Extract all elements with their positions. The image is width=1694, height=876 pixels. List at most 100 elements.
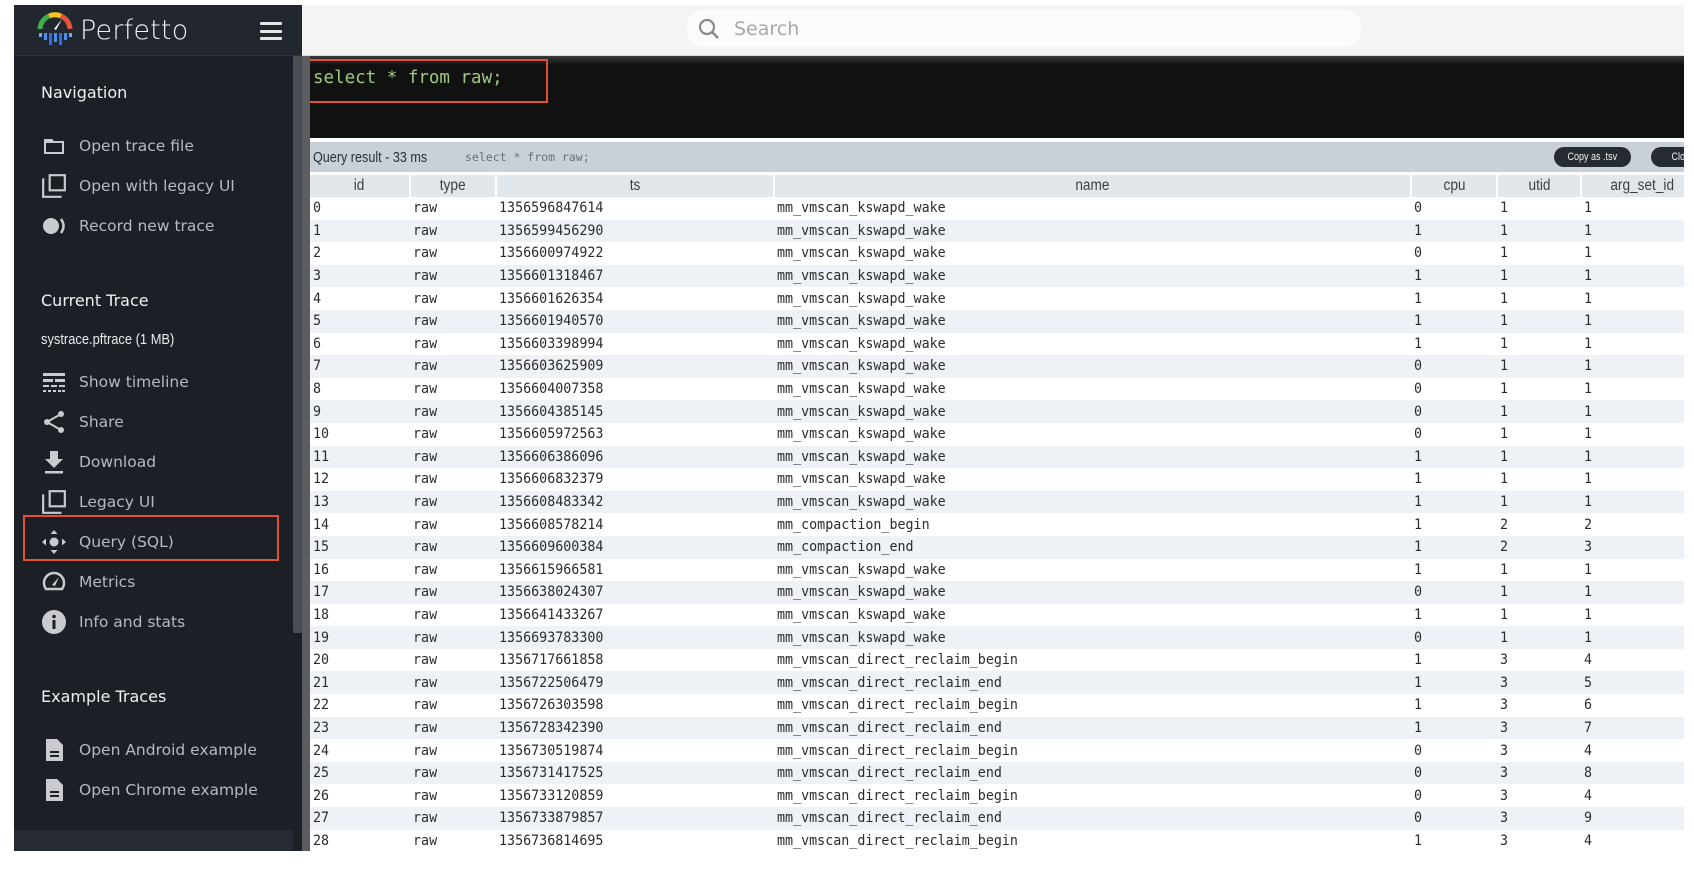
cell-utid: 1 [1497,242,1581,265]
cell-arg-set-id: 1 [1581,197,1684,220]
cell-arg-set-id: 1 [1581,581,1684,604]
column-header-utid[interactable]: utid [1497,175,1582,197]
table-row[interactable]: 25 raw 1356731417525 mm_vmscan_direct_recla… [310,761,1684,785]
cell-ts: 1356608483342 [496,490,774,514]
table-row[interactable]: 0 raw 1356596847614 mm_vmscan_kswapd_wake 0 1… [310,197,1684,220]
table-row[interactable]: 4 raw 1356601626354 mm_vmscan_kswapd_wake 1 1… [310,287,1684,310]
cell-utid: 1 [1497,603,1581,627]
cell-id: 8 [310,377,410,401]
cell-name: mm_vmscan_kswapd_wake [774,445,1411,469]
table-row[interactable]: 5 raw 1356601940570 mm_vmscan_kswapd_wake 1 1… [310,309,1684,333]
sidebar-header: Perfetto [14,5,302,56]
table-row[interactable]: 13 raw 1356608483342 mm_vmscan_kswapd_wake 1… [310,490,1684,514]
table-row[interactable]: 2 raw 1356600974922 mm_vmscan_kswapd_wake 0 1… [310,242,1684,265]
cell-name: mm_vmscan_kswapd_wake [774,332,1411,356]
table-row[interactable]: 11 raw 1356606386096 mm_vmscan_kswapd_wake 1… [310,445,1684,469]
table-row[interactable]: 18 raw 1356641433267 mm_vmscan_kswapd_wake 1… [310,603,1684,627]
table-row[interactable]: 22 raw 1356726303598 mm_vmscan_direct_recla… [310,694,1684,717]
table-row[interactable]: 10 raw 1356605972563 mm_vmscan_kswapd_wake 0… [310,422,1684,446]
cell-ts: 1356600974922 [496,242,774,265]
table-row[interactable]: 27 raw 1356733879857 mm_vmscan_direct_recla… [310,807,1684,830]
table-row[interactable]: 8 raw 1356604007358 mm_vmscan_kswapd_wake 0 1… [310,377,1684,401]
table-row[interactable]: 14 raw 1356608578214 mm_compaction_begin 1 2 2 [310,513,1684,536]
column-header-ts[interactable]: ts [496,175,775,197]
sidebar-item-open-trace-file[interactable]: Open trace file [41,131,291,161]
cell-cpu: 1 [1411,309,1497,333]
table-row[interactable]: 16 raw 1356615966581 mm_vmscan_kswapd_wake 1… [310,558,1684,582]
sidebar-item-record-new-trace[interactable]: Record new trace [41,211,291,241]
query-editor[interactable]: select * from raw; [302,56,1684,138]
speed-icon [41,569,67,595]
cell-cpu: 1 [1411,558,1497,582]
table-row[interactable]: 19 raw 1356693783300 mm_vmscan_kswapd_wake 0… [310,626,1684,649]
sidebar-item-download[interactable]: Download [41,447,291,477]
column-header-arg-set-id[interactable]: arg_set_id [1581,175,1684,197]
cell-ts: 1356736814695 [496,829,774,851]
cell-id: 24 [310,739,410,762]
column-header-name[interactable]: name [774,175,1412,197]
sidebar-item-share[interactable]: Share [41,407,291,437]
table-row[interactable]: 12 raw 1356606832379 mm_vmscan_kswapd_wake 1… [310,468,1684,491]
cell-arg-set-id: 1 [1581,332,1684,356]
cell-utid: 1 [1497,309,1581,333]
sidebar-item-show-timeline[interactable]: Show timeline [41,367,291,397]
cell-type: raw [410,761,496,785]
sidebar-item-open-android-example[interactable]: Open Android example [41,735,291,765]
cell-cpu: 0 [1411,761,1497,785]
cell-id: 23 [310,716,410,740]
table-row[interactable]: 21 raw 1356722506479 mm_vmscan_direct_recla… [310,671,1684,695]
main-scrollbar[interactable] [302,56,310,851]
sidebar-footer [14,830,293,851]
cell-name: mm_vmscan_kswapd_wake [774,626,1411,649]
column-header-cpu[interactable]: cpu [1411,175,1498,197]
sidebar-item-metrics[interactable]: Metrics [41,567,291,597]
menu-toggle-button[interactable] [260,22,282,40]
table-row[interactable]: 24 raw 1356730519874 mm_vmscan_direct_recla… [310,739,1684,762]
cell-cpu: 0 [1411,242,1497,265]
table-row[interactable]: 15 raw 1356609600384 mm_compaction_end 1 2 3 [310,535,1684,559]
cell-cpu: 0 [1411,377,1497,401]
cell-ts: 1356726303598 [496,694,774,717]
cell-id: 4 [310,287,410,310]
table-row[interactable]: 23 raw 1356728342390 mm_vmscan_direct_recla… [310,716,1684,740]
column-header-id[interactable]: id [310,175,411,197]
cell-name: mm_vmscan_kswapd_wake [774,603,1411,627]
cell-cpu: 1 [1411,513,1497,536]
cell-ts: 1356722506479 [496,671,774,695]
table-row[interactable]: 1 raw 1356599456290 mm_vmscan_kswapd_wake 1 1… [310,219,1684,243]
search-box[interactable] [686,10,1362,47]
table-row[interactable]: 28 raw 1356736814695 mm_vmscan_direct_recla… [310,829,1684,851]
sidebar-item-open-chrome-example[interactable]: Open Chrome example [41,775,291,805]
table-row[interactable]: 3 raw 1356601318467 mm_vmscan_kswapd_wake 1 1… [310,264,1684,288]
cell-cpu: 1 [1411,694,1497,717]
close-button[interactable]: Close [1651,147,1684,167]
table-row[interactable]: 6 raw 1356603398994 mm_vmscan_kswapd_wake 1 1… [310,332,1684,356]
cell-cpu: 1 [1411,287,1497,310]
cell-id: 18 [310,603,410,627]
table-row[interactable]: 17 raw 1356638024307 mm_vmscan_kswapd_wake 0… [310,581,1684,604]
sidebar-item-legacy-ui[interactable]: Legacy UI [41,487,291,517]
cell-cpu: 1 [1411,490,1497,514]
query-result-query: select * from raw; [465,150,590,164]
cell-arg-set-id: 1 [1581,626,1684,649]
copy-as-tsv-button[interactable]: Copy as .tsv [1554,147,1631,167]
cell-type: raw [410,535,496,559]
cell-cpu: 0 [1411,739,1497,762]
sidebar-item-open-with-legacy-ui[interactable]: Open with legacy UI [41,171,291,201]
cell-type: raw [410,468,496,491]
cell-type: raw [410,581,496,604]
sidebar-scrollbar[interactable] [293,56,302,633]
table-row[interactable]: 7 raw 1356603625909 mm_vmscan_kswapd_wake 0 1… [310,355,1684,378]
cell-ts: 1356596847614 [496,197,774,220]
cell-type: raw [410,309,496,333]
sidebar-item-info-and-stats[interactable]: Info and stats [41,607,291,637]
main-panel: select * from raw; Query result - 33 ms … [302,5,1684,851]
table-row[interactable]: 20 raw 1356717661858 mm_vmscan_direct_recla… [310,648,1684,672]
table-row[interactable]: 26 raw 1356733120859 mm_vmscan_direct_recla… [310,784,1684,808]
table-row[interactable]: 9 raw 1356604385145 mm_vmscan_kswapd_wake 0 1… [310,400,1684,423]
query-result-table: id type ts name cpu utid arg_set_id 0 raw… [310,175,1684,851]
column-header-type[interactable]: type [410,175,497,197]
cell-name: mm_vmscan_kswapd_wake [774,355,1411,378]
search-input[interactable] [734,17,1294,40]
cell-arg-set-id: 3 [1581,535,1684,559]
